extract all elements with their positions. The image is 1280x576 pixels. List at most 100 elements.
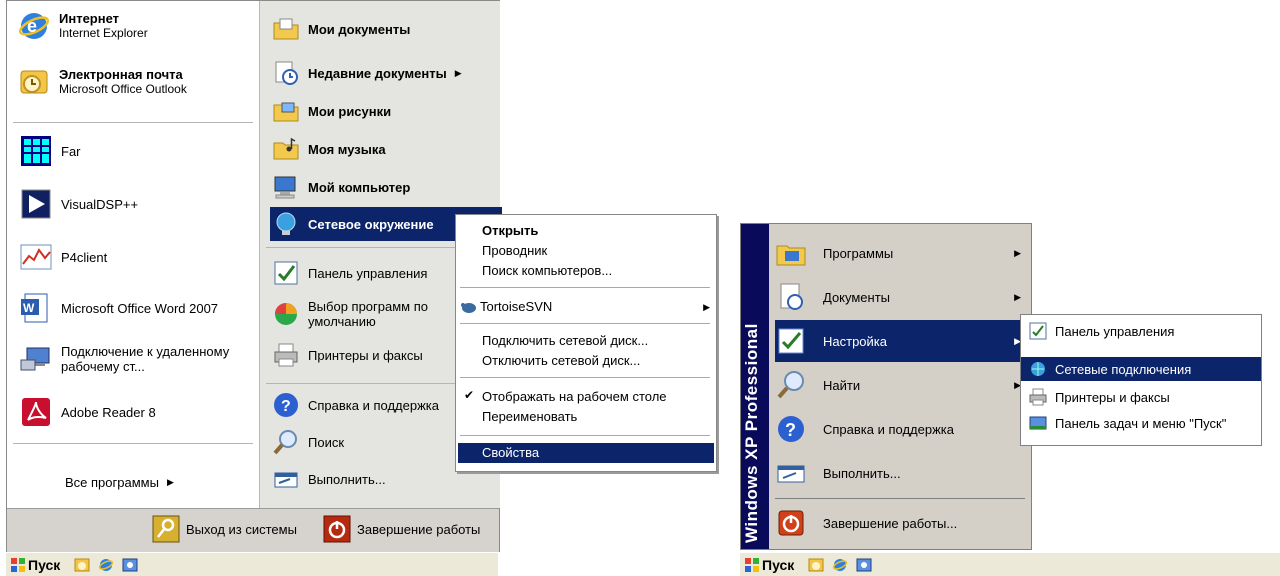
shutdown-button[interactable]: Завершение работы (323, 515, 480, 543)
network-places-label: Сетевое окружение (308, 216, 434, 232)
submenu-network-connections-label: Сетевые подключения (1055, 361, 1192, 377)
arrow-right-icon: ▶ (1014, 247, 1021, 258)
recent-word[interactable]: W Microsoft Office Word 2007 (19, 291, 218, 325)
submenu-control-panel-label: Панель управления (1055, 323, 1175, 339)
submenu-printers-faxes[interactable]: Принтеры и факсы (1021, 385, 1261, 409)
run[interactable]: Выполнить... (272, 465, 386, 493)
my-music[interactable]: Моя музыка (272, 135, 386, 163)
submenu-control-panel[interactable]: Панель управления (1021, 319, 1261, 343)
recent-visualdsp[interactable]: VisualDSP++ (19, 187, 138, 221)
start-label: Пуск (28, 556, 61, 573)
printers-faxes[interactable]: Принтеры и факсы (272, 341, 423, 369)
help-support[interactable]: ? Справка и поддержка (272, 391, 439, 419)
control-panel-label: Панель управления (308, 265, 428, 281)
outlook-quicklaunch-icon[interactable] (808, 557, 824, 573)
my-documents[interactable]: Мои документы (272, 15, 410, 43)
recent-far-label: Far (61, 143, 81, 159)
separator (13, 443, 253, 444)
classic-item-settings-label: Настройка (823, 333, 887, 349)
arrow-right-icon: ▶ (1014, 291, 1021, 302)
recent-far[interactable]: Far (19, 134, 81, 168)
classic-item-shutdown-label: Завершение работы... (823, 515, 958, 531)
menu-item-find-computers[interactable]: Поиск компьютеров... (482, 261, 612, 281)
recent-visualdsp-label: VisualDSP++ (61, 196, 139, 212)
separator (460, 323, 710, 324)
start-button[interactable]: Пуск (6, 554, 64, 575)
classic-item-search-label: Найти (823, 377, 861, 393)
computer-icon (274, 176, 296, 199)
default-programs[interactable]: Выбор программ по умолчанию (272, 299, 448, 329)
programs-folder-icon (776, 245, 806, 266)
settings-icon (778, 328, 804, 354)
printer-icon (1029, 388, 1047, 406)
classic-item-help[interactable]: ? Справка и поддержка (775, 408, 1029, 450)
classic-item-run[interactable]: Выполнить... (775, 452, 1029, 494)
classic-item-settings[interactable]: Настройка ▶ (775, 320, 1029, 362)
menu-item-explorer[interactable]: Проводник (482, 241, 547, 261)
classic-item-shutdown[interactable]: Завершение работы... (775, 502, 1029, 544)
word-icon: W (21, 293, 48, 323)
arrow-right-icon: ▶ (454, 67, 462, 78)
menu-item-map-drive[interactable]: Подключить сетевой диск... (482, 331, 648, 351)
menu-item-show-on-desktop[interactable]: Отображать на рабочем столе (482, 387, 667, 407)
my-music-label: Моя музыка (308, 141, 386, 157)
recent-remote-desktop[interactable]: Подключение к удаленному рабочему ст... (19, 342, 259, 376)
internet-explorer-quicklaunch-icon[interactable] (832, 557, 848, 573)
classic-start-menu: Windows XP Professional Программы ▶ Доку… (740, 223, 1032, 550)
svg-text:W: W (23, 301, 35, 315)
pinned-email[interactable]: Электронная почта Microsoft Office Outlo… (17, 65, 187, 99)
recent-p4client[interactable]: P4client (19, 240, 107, 274)
tortoise-icon (461, 303, 476, 313)
outlook-icon (20, 70, 48, 94)
submenu-taskbar-start[interactable]: Панель задач и меню "Пуск" (1021, 411, 1261, 435)
show-desktop-quicklaunch-icon[interactable] (122, 557, 138, 573)
search[interactable]: Поиск (272, 428, 344, 456)
separator (460, 435, 710, 436)
all-programs-button[interactable]: Все программы ▶ (65, 475, 174, 490)
my-pictures[interactable]: Мои рисунки (272, 97, 391, 125)
submenu-network-connections[interactable]: Сетевые подключения (1021, 357, 1261, 381)
svg-text:e: e (27, 16, 37, 36)
outlook-quicklaunch-icon[interactable] (74, 557, 90, 573)
svg-text:?: ? (785, 420, 796, 440)
show-desktop-quicklaunch-icon[interactable] (856, 557, 872, 573)
recent-documents-label: Недавние документы (308, 65, 447, 81)
my-computer[interactable]: Мой компьютер (272, 173, 410, 201)
control-panel[interactable]: Панель управления (272, 259, 427, 287)
recent-adobe-reader[interactable]: Adobe Reader 8 (19, 395, 156, 429)
menu-item-open[interactable]: Открыть (482, 221, 538, 241)
search-label: Поиск (308, 434, 345, 450)
logoff-label: Выход из системы (186, 521, 297, 537)
menu-item-rename[interactable]: Переименовать (482, 407, 577, 427)
classic-menu-banner: Windows XP Professional (741, 224, 769, 549)
classic-item-documents-label: Документы (823, 289, 891, 305)
submenu-printers-faxes-label: Принтеры и факсы (1055, 389, 1170, 405)
svg-text:?: ? (281, 398, 291, 415)
logoff-button[interactable]: Выход из системы (152, 515, 297, 543)
menu-item-properties[interactable]: Свойства (458, 443, 714, 463)
menu-item-tortoisesvn[interactable]: TortoiseSVN ▶ (460, 297, 710, 317)
recent-word-label: Microsoft Office Word 2007 (61, 300, 219, 316)
pinned-internet-title: Интернет (59, 11, 120, 26)
visualdsp-icon (21, 189, 51, 219)
classic-item-search[interactable]: Найти ▶ (775, 364, 1029, 406)
recent-documents[interactable]: Недавние документы ▶ (272, 59, 462, 87)
windows-logo-icon (11, 557, 25, 572)
power-icon (323, 515, 351, 543)
classic-item-documents[interactable]: Документы ▶ (775, 276, 1029, 318)
separator (460, 377, 710, 378)
separator (460, 287, 710, 288)
default-programs-icon (275, 303, 297, 325)
pinned-email-title: Электронная почта (59, 67, 183, 82)
taskbar-left: Пуск (6, 552, 498, 576)
network-icon (276, 212, 296, 235)
arrow-right-icon: ▶ (166, 477, 174, 487)
help-support-label: Справка и поддержка (308, 397, 439, 413)
menu-item-disconnect-drive[interactable]: Отключить сетевой диск... (482, 351, 640, 371)
folder-pictures-icon (273, 102, 299, 122)
pinned-internet[interactable]: e Интернет Internet Explorer (17, 9, 148, 43)
classic-item-programs[interactable]: Программы ▶ (775, 232, 1029, 274)
start-button-classic[interactable]: Пуск (740, 554, 798, 575)
internet-explorer-quicklaunch-icon[interactable] (98, 557, 114, 573)
start-label: Пуск (762, 556, 795, 573)
